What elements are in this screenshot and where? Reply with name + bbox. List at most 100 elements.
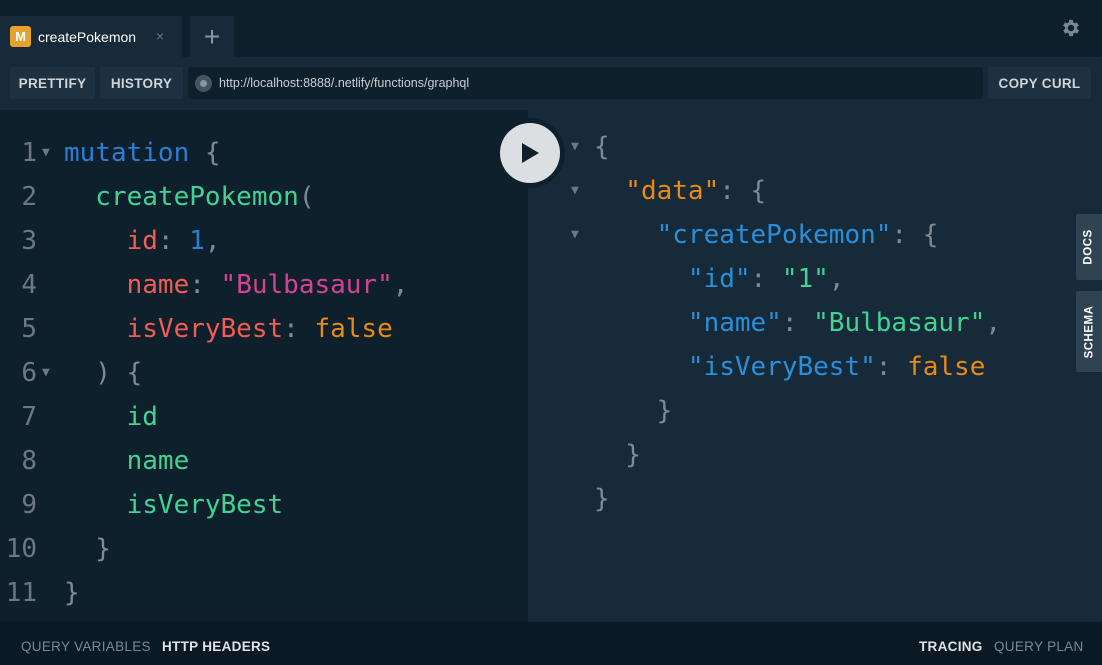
query-plan-tab[interactable]: QUERY PLAN <box>994 639 1084 654</box>
result-token: , <box>985 308 1001 338</box>
line-number: 2 <box>21 182 37 212</box>
result-token: "name" <box>594 308 782 338</box>
code-token: isVeryBest <box>64 314 284 344</box>
tab-createpokemon[interactable]: M createPokemon × <box>0 16 182 57</box>
code-token: : <box>283 314 315 344</box>
fold-arrow-icon[interactable]: ▼ <box>571 125 579 169</box>
fold-arrow-icon[interactable]: ▼ <box>571 213 579 257</box>
code-line: 11} <box>0 571 528 615</box>
copy-curl-button[interactable]: COPY CURL <box>988 67 1091 99</box>
endpoint-url-input[interactable]: http://localhost:8888/.netlify/functions… <box>188 67 983 99</box>
run-button[interactable] <box>495 118 565 188</box>
result-token: } <box>594 484 610 514</box>
fold-arrow-icon[interactable]: ▼ <box>42 351 50 395</box>
result-token: } <box>594 440 641 470</box>
close-icon[interactable]: × <box>156 28 164 44</box>
result-token: "Bulbasaur" <box>813 308 986 338</box>
line-number: 3 <box>21 226 37 256</box>
play-icon <box>522 143 539 163</box>
result-token: "1" <box>781 264 829 294</box>
fold-arrow-icon[interactable]: ▼ <box>571 169 579 213</box>
result-token: : { <box>719 176 767 206</box>
code-text: ) { <box>64 351 142 395</box>
schema-tab[interactable]: SCHEMA <box>1076 291 1102 372</box>
result-text: } <box>594 433 641 477</box>
code-text: isVeryBest: false <box>64 307 393 351</box>
code-token: id <box>64 226 158 256</box>
code-line: 2 createPokemon( <box>0 175 528 219</box>
result-token: : <box>875 352 908 382</box>
code-token: ) { <box>64 358 143 388</box>
code-text: createPokemon( <box>64 175 314 219</box>
result-text: "name": "Bulbasaur", <box>594 301 1001 345</box>
query-variables-tab[interactable]: QUERY VARIABLES <box>21 639 151 654</box>
result-line: "id": "1", <box>528 257 1102 301</box>
mutation-badge: M <box>10 26 31 47</box>
schema-tab-label: SCHEMA <box>1083 305 1095 358</box>
code-text: } <box>64 571 80 615</box>
line-number: 11 <box>5 578 37 608</box>
bottom-bar: QUERY VARIABLES HTTP HEADERS TRACING QUE… <box>0 622 1102 665</box>
result-token: "id" <box>594 264 751 294</box>
fold-arrow-icon[interactable]: ▼ <box>42 131 50 175</box>
code-line: 3 id: 1, <box>0 219 528 263</box>
toolbar: PRETTIFY HISTORY http://localhost:8888/.… <box>0 57 1102 110</box>
code-line: 4 name: "Bulbasaur", <box>0 263 528 307</box>
result-token: , <box>828 264 845 294</box>
code-line: 7 id <box>0 395 528 439</box>
line-number: 4 <box>21 270 37 300</box>
line-number: 8 <box>21 446 37 476</box>
code-token: } <box>64 534 111 564</box>
code-token: : <box>157 226 190 256</box>
code-token: id <box>64 402 158 432</box>
run-button-inner[interactable] <box>500 123 560 183</box>
code-text: } <box>64 527 111 571</box>
result-text: "id": "1", <box>594 257 845 301</box>
docs-tab-label: DOCS <box>1083 229 1096 265</box>
prettify-button[interactable]: PRETTIFY <box>10 67 95 99</box>
code-token: false <box>314 314 393 344</box>
add-tab-button[interactable]: + <box>190 16 234 57</box>
code-token: : <box>189 270 221 300</box>
result-line: } <box>528 433 1102 477</box>
result-text: "isVeryBest": false <box>594 345 985 389</box>
result-text: "createPokemon": { <box>594 213 939 257</box>
code-text: id <box>64 395 158 439</box>
result-line: ▼ "data": { <box>528 169 1102 213</box>
code-text: mutation { <box>64 131 221 175</box>
result-token: false <box>907 352 986 382</box>
line-number: 10 <box>5 534 37 564</box>
result-panel: ▼{▼ "data": {▼ "createPokemon": { "id": … <box>528 110 1102 622</box>
code-text: isVeryBest <box>64 483 284 527</box>
line-number: 9 <box>21 490 37 520</box>
code-text: name <box>64 439 190 483</box>
code-line: 5 isVeryBest: false <box>0 307 528 351</box>
result-line: "isVeryBest": false <box>528 345 1102 389</box>
tab-bar: M createPokemon × + <box>0 0 1102 57</box>
query-editor[interactable]: 1 ▼ mutation {2 createPokemon(3 id: 1, 4 na… <box>0 110 528 622</box>
code-token: isVeryBest <box>64 490 284 520</box>
docs-tab[interactable]: DOCS <box>1076 214 1102 280</box>
endpoint-url-text: http://localhost:8888/.netlify/functions… <box>219 76 470 90</box>
result-token: "data" <box>594 176 720 206</box>
code-line: 9 isVeryBest <box>0 483 528 527</box>
result-token: "createPokemon" <box>594 220 892 250</box>
result-line: } <box>528 477 1102 521</box>
line-number: 5 <box>21 314 37 344</box>
code-token: 1 <box>189 226 205 256</box>
code-token: , <box>392 270 409 300</box>
result-token: { <box>594 132 610 162</box>
tracing-tab[interactable]: TRACING <box>919 639 983 654</box>
code-line: 6 ▼ ) { <box>0 351 528 395</box>
code-line: 1 ▼ mutation { <box>0 131 528 175</box>
code-token: ( <box>298 182 315 212</box>
line-number: 1 <box>21 138 37 168</box>
history-button[interactable]: HISTORY <box>100 67 183 99</box>
gear-icon[interactable] <box>1060 17 1082 39</box>
line-number: 7 <box>21 402 37 432</box>
http-headers-tab[interactable]: HTTP HEADERS <box>162 639 270 654</box>
result-token: } <box>594 396 673 426</box>
code-token: } <box>64 578 80 608</box>
line-number: 6 <box>21 358 37 388</box>
code-token: , <box>204 226 221 256</box>
